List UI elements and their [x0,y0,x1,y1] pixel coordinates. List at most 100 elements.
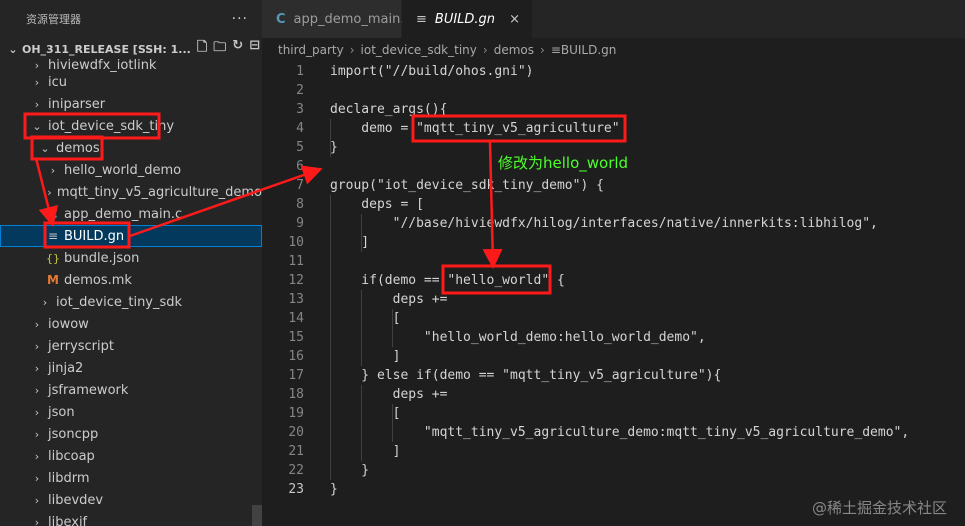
line-number: 8 [296,197,304,212]
breadcrumb-separator-icon: › [482,43,488,57]
chevron-right-icon: › [34,339,40,353]
tree-item[interactable]: {} bundle.json [0,247,262,269]
line-number: 23 [288,482,304,497]
code-line[interactable]: demo = "mqtt_tiny_v5_agriculture" [330,119,619,138]
tree-item[interactable]: Capp_demo_main.c [0,203,262,225]
line-number: 6 [296,159,304,174]
tree-item[interactable]: › icu [0,71,262,93]
line-number: 4 [296,121,304,136]
tree-item-label: jsoncpp [48,426,99,442]
code-line[interactable]: "hello_world_demo:hello_world_demo", [330,328,706,347]
tree-item[interactable]: › libevdev [0,489,262,511]
code-line[interactable]: } [330,461,369,480]
code-line[interactable]: ] [330,233,369,252]
tree-item-label: mqtt_tiny_v5_agriculture_demo [56,184,262,200]
tree-item[interactable]: › jsframework [0,379,262,401]
code-line[interactable]: "//base/hiviewdfx/hilog/interfaces/nativ… [330,214,878,233]
sidebar-scrollbar[interactable] [252,505,262,526]
tree-item[interactable]: › iot_device_tiny_sdk [0,291,262,313]
editor-tabs: Capp_demo_main.c ≡ BUILD.gn × [262,0,965,38]
tree-item[interactable]: › jerryscript [0,335,262,357]
tree-item[interactable]: › libdrm [0,467,262,489]
tree-item[interactable]: › jinja2 [0,357,262,379]
line-number: 18 [288,387,304,402]
more-actions-icon[interactable]: ··· [232,11,248,27]
breadcrumb-item[interactable]: demos [494,43,534,57]
c-file-icon: C [276,11,286,27]
chevron-right-icon: › [34,361,40,375]
line-number: 21 [288,444,304,459]
breadcrumb-item[interactable]: third_party [278,43,344,57]
indent-guide [330,195,331,480]
code-line[interactable]: import("//build/ohos.gni") [330,62,534,81]
line-number: 14 [288,311,304,326]
indent-guide [330,119,331,157]
line-number: 17 [288,368,304,383]
gn-file-icon: ≡ [550,43,561,57]
makefile-icon: M [47,273,59,287]
tree-item[interactable]: › libexif [0,511,262,526]
breadcrumb-separator-icon: › [349,43,355,57]
breadcrumb: third_party › iot_device_sdk_tiny › demos › ≡ … [262,38,965,62]
code-line[interactable]: group("iot_device_sdk_tiny_demo") { [330,176,604,195]
tree-item[interactable]: › iniparser [0,93,262,115]
chevron-right-icon: › [42,295,48,309]
tree-item-label: icu [48,74,67,90]
chevron-right-icon: › [34,383,40,397]
watermark: @稀土掘金技术社区 [811,499,947,517]
tree-item-label: libevdev [48,492,104,508]
code-line[interactable]: "mqtt_tiny_v5_agriculture_demo:mqtt_tiny… [330,423,909,442]
chevron-right-icon: › [34,449,40,463]
code-line[interactable]: } [330,480,338,499]
code-line[interactable]: } [330,138,338,157]
breadcrumb-item[interactable]: iot_device_sdk_tiny [361,43,477,57]
explorer-header: 资源管理器 ··· [0,0,262,38]
chevron-right-icon: › [34,405,40,419]
editor-tab[interactable]: ≡ BUILD.gn × [402,0,533,38]
editor-tab[interactable]: Capp_demo_main.c [262,0,412,38]
tree-item[interactable]: › json [0,401,262,423]
line-number: 1 [296,64,304,79]
tree-item-label: jinja2 [48,360,84,376]
c-file-icon: C [48,207,58,221]
tree-item-label: demos [56,140,100,156]
gn-file-icon: ≡ [47,229,59,243]
chevron-right-icon: › [34,97,40,111]
line-number: 2 [296,83,304,98]
code-line[interactable]: [ [330,309,401,328]
line-number: 15 [288,330,304,345]
code-line[interactable]: } else if(demo == "mqtt_tiny_v5_agricult… [330,366,721,385]
code-line[interactable]: deps += [330,290,448,309]
breadcrumb-separator-icon: › [540,43,545,57]
tree-item-label: BUILD.gn [64,228,125,244]
code-editor[interactable]: 1 import("//build/ohos.gni") 2 3 declare_arg… [262,62,965,526]
tree-item-label: libexif [48,514,88,526]
code-line[interactable]: declare_args(){ [330,100,447,119]
tree-item[interactable]: › jsoncpp [0,423,262,445]
tree-item[interactable]: › mqtt_tiny_v5_agriculture_demo [0,181,262,203]
code-line[interactable]: ] [330,347,401,366]
tree-item[interactable]: ≡ BUILD.gn [0,225,262,247]
tree-item[interactable]: › iowow [0,313,262,335]
indent-guide [392,404,394,442]
breadcrumb-item[interactable]: BUILD.gn [561,43,617,57]
tree-item[interactable]: › libcoap [0,445,262,467]
tree-item-label: demos.mk [64,272,132,288]
tree-item-label: json [48,404,75,420]
line-number: 11 [288,254,304,269]
annotation-text: 修改为hello_world [498,154,629,172]
code-line[interactable]: deps = [ [330,195,424,214]
indent-guide [361,290,363,366]
code-line[interactable]: deps += [330,385,448,404]
code-line[interactable]: ] [330,442,401,461]
tree-item[interactable]: Mdemos.mk [0,269,262,291]
tree-item-label: libdrm [48,470,90,486]
close-icon[interactable]: × [509,12,520,27]
tree-item-label: libcoap [48,448,95,464]
tree-item[interactable]: ⌄ demos [0,137,262,159]
tree-item[interactable]: ⌄ iot_device_sdk_tiny [0,115,262,137]
chevron-right-icon: › [50,163,56,177]
tree-item[interactable]: › hello_world_demo [0,159,262,181]
code-line[interactable]: [ [330,404,401,423]
code-line[interactable]: if(demo == "hello_world" { [330,271,565,290]
